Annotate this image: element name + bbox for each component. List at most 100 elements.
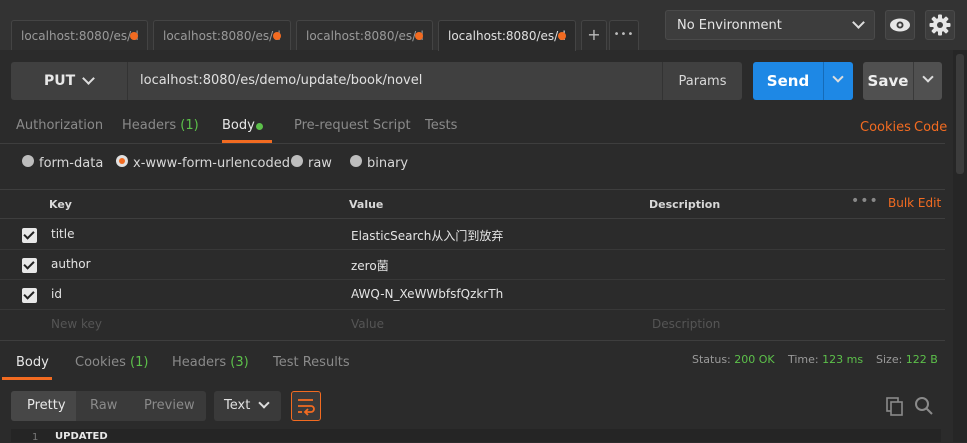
radio-circle-icon [350, 155, 362, 167]
unsaved-dot-icon [130, 32, 138, 40]
time-value: 123 ms [822, 353, 864, 366]
active-tab-indicator [2, 377, 52, 380]
wrap-icon [298, 399, 315, 416]
new-value-input[interactable]: Value [351, 317, 384, 331]
response-tab-test-results[interactable]: Test Results [273, 355, 350, 370]
column-header-value: Value [349, 198, 384, 211]
radio-raw[interactable]: raw [291, 155, 332, 171]
cookies-count-badge: (1) [130, 355, 149, 370]
radio-binary[interactable]: binary [350, 155, 409, 171]
method-select[interactable]: PUT [11, 62, 127, 100]
tab-label: Authorization [16, 118, 104, 133]
response-tab-cookies[interactable]: Cookies (1) [75, 355, 148, 370]
tab-pre-request-script[interactable]: Pre-request Script [294, 118, 411, 133]
row-enabled-checkbox[interactable] [22, 228, 37, 243]
size-value: 122 B [905, 353, 938, 366]
unsaved-dot-icon [273, 32, 281, 40]
radio-label: raw [308, 156, 332, 171]
language-label: Text [224, 398, 251, 413]
time-label: Time: [788, 353, 819, 366]
row-enabled-checkbox[interactable] [22, 258, 37, 273]
unsaved-dot-icon [415, 32, 423, 40]
radio-label: x-www-form-urlencoded [133, 156, 291, 171]
gear-icon [929, 14, 951, 36]
request-tab-2[interactable]: localhost:8080/es/d [153, 20, 291, 50]
table-row: id AWQ-N_XeWWbfsfQzkrTh [0, 280, 945, 310]
size-readout: Size: 122 B [876, 353, 938, 366]
bulk-edit-link[interactable]: Bulk Edit [888, 196, 941, 210]
new-tab-button[interactable]: + [581, 20, 607, 50]
search-button[interactable] [914, 396, 934, 416]
more-dots-icon: ••• [613, 29, 635, 40]
save-options-button[interactable] [913, 62, 942, 100]
cookies-link[interactable]: Cookies [860, 120, 911, 135]
request-tab-1[interactable]: localhost:8080/es/d [11, 20, 148, 50]
tab-body[interactable]: Body [222, 118, 255, 133]
time-readout: Time: 123 ms [788, 353, 863, 366]
environment-selected-label: No Environment [677, 18, 782, 33]
format-pretty[interactable]: Pretty [27, 398, 66, 413]
column-header-description: Description [649, 198, 721, 211]
row-enabled-checkbox[interactable] [22, 288, 37, 303]
row-value[interactable]: zero菌 [351, 257, 389, 274]
url-input[interactable]: localhost:8080/es/demo/update/book/novel [127, 62, 662, 100]
params-button[interactable]: Params [662, 62, 742, 100]
tab-label: localhost:8080/es/d [448, 29, 566, 43]
chevron-down-icon [258, 397, 270, 409]
tab-label: localhost:8080/es/d [306, 29, 424, 43]
copy-button[interactable] [885, 396, 905, 416]
line-number: 1 [32, 432, 39, 443]
radio-label: form-data [39, 156, 104, 171]
body-active-dot-icon [256, 123, 263, 130]
tab-label: Tests [425, 118, 458, 133]
language-select[interactable]: Text [214, 391, 281, 421]
tab-tests[interactable]: Tests [425, 118, 457, 133]
environment-quick-look-button[interactable] [885, 10, 915, 40]
chevron-down-icon [832, 71, 844, 83]
radio-label: binary [367, 156, 409, 171]
chevron-down-icon [852, 16, 865, 29]
new-description-input[interactable]: Description [652, 317, 720, 331]
save-button[interactable]: Save [863, 62, 913, 100]
tab-label: Cookies [75, 355, 126, 370]
response-tab-headers[interactable]: Headers (3) [172, 355, 249, 370]
environment-select[interactable]: No Environment [665, 10, 875, 40]
response-tab-body[interactable]: Body [16, 355, 49, 370]
radio-x-www-form-urlencoded[interactable]: x-www-form-urlencoded [116, 155, 291, 171]
row-key[interactable]: title [51, 227, 74, 241]
tab-label: Body [222, 118, 255, 133]
chevron-down-icon [82, 72, 95, 85]
new-row: New key Value Description [0, 310, 945, 340]
table-options-button[interactable]: ••• [851, 193, 879, 209]
radio-circle-icon [22, 155, 34, 167]
row-value[interactable]: ElasticSearch从入门到放弃 [351, 227, 503, 244]
send-button[interactable]: Send [753, 62, 823, 100]
tab-authorization[interactable]: Authorization [16, 118, 103, 133]
column-header-key: Key [49, 198, 72, 211]
radio-form-data[interactable]: form-data [22, 155, 104, 171]
params-table-header: Key Value Description [0, 189, 945, 219]
method-label: PUT [44, 73, 76, 89]
new-key-input[interactable]: New key [51, 317, 102, 331]
search-icon [915, 397, 933, 415]
send-options-button[interactable] [823, 62, 853, 100]
code-link[interactable]: Code [914, 120, 947, 135]
tab-more-button[interactable]: ••• [609, 20, 639, 50]
response-body-text: UPDATED [55, 431, 108, 442]
response-code-editor[interactable] [11, 429, 941, 442]
settings-button[interactable] [925, 10, 955, 40]
chevron-down-icon [922, 71, 934, 83]
tab-headers[interactable]: Headers (1) [122, 118, 199, 133]
request-tab-3[interactable]: localhost:8080/es/d [296, 20, 433, 50]
row-key[interactable]: id [51, 287, 62, 301]
status-readout: Status: 200 OK [692, 353, 775, 366]
wrap-lines-button[interactable] [291, 391, 321, 421]
request-tab-4-active[interactable]: localhost:8080/es/d [438, 20, 576, 51]
format-preview[interactable]: Preview [144, 398, 195, 413]
scrollbar-thumb[interactable] [956, 54, 964, 174]
format-raw[interactable]: Raw [90, 398, 117, 413]
tab-label: Headers [172, 355, 227, 370]
row-value[interactable]: AWQ-N_XeWWbfsfQzkrTh [351, 287, 503, 301]
row-key[interactable]: author [51, 257, 91, 271]
status-label: Status: [692, 353, 731, 366]
